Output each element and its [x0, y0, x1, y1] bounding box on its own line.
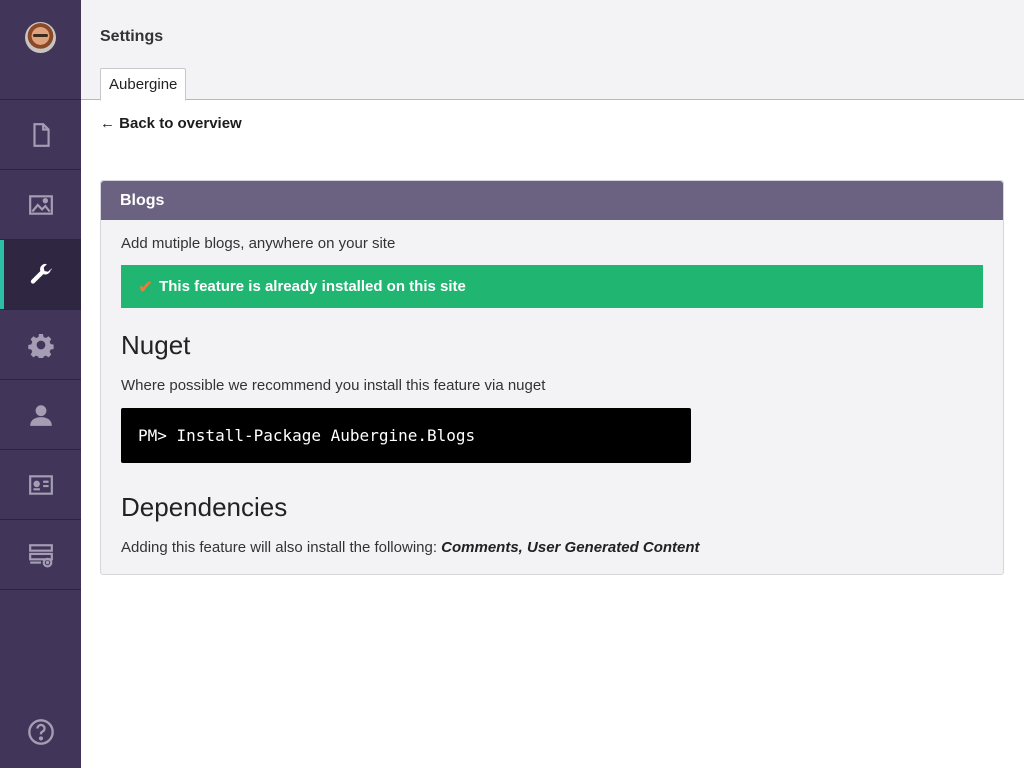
avatar-container: [0, 0, 81, 100]
installed-text: This feature is already installed on thi…: [159, 278, 466, 295]
sidebar-item-forms[interactable]: [0, 520, 81, 590]
tab-aubergine[interactable]: Aubergine: [100, 68, 187, 101]
installed-banner: ✔ This feature is already installed on t…: [121, 265, 983, 308]
sidebar-item-settings-tools[interactable]: [0, 240, 81, 310]
sidebar: [0, 0, 81, 768]
feature-panel: Blogs Add mutiple blogs, anywhere on you…: [100, 180, 1004, 575]
page-header: Settings Aubergine: [81, 0, 1024, 101]
dependencies-prefix: Adding this feature will also install th…: [121, 539, 442, 556]
gear-icon: [27, 333, 54, 358]
dependencies-description: Adding this feature will also install th…: [121, 539, 700, 556]
nuget-heading: Nuget: [121, 330, 191, 360]
sidebar-item-content[interactable]: [0, 100, 81, 170]
sidebar-item-developer[interactable]: [0, 310, 81, 380]
page-title: Settings: [100, 28, 164, 45]
wrench-icon: [30, 263, 52, 284]
feature-description: Add mutiple blogs, anywhere on your site: [121, 235, 396, 252]
dependencies-heading: Dependencies: [121, 492, 288, 522]
help-button[interactable]: [0, 718, 81, 746]
id-card-icon: [28, 474, 53, 495]
check-icon: ✔: [138, 276, 154, 297]
sidebar-item-users[interactable]: [0, 380, 81, 450]
user-icon: [29, 404, 52, 426]
nuget-description: Where possible we recommend you install …: [121, 377, 546, 394]
sidebar-item-members[interactable]: [0, 450, 81, 520]
dependencies-list: Comments, User Generated Content: [441, 539, 700, 556]
nuget-command[interactable]: PM> Install-Package Aubergine.Blogs: [121, 408, 691, 463]
form-add-icon: [28, 543, 53, 567]
sidebar-item-media[interactable]: [0, 170, 81, 240]
avatar[interactable]: [25, 22, 56, 53]
help-icon: [27, 719, 54, 745]
back-to-overview-link[interactable]: ← Back to overview: [100, 115, 242, 132]
document-icon: [32, 122, 50, 147]
image-icon: [28, 194, 53, 215]
panel-title: Blogs: [101, 181, 1003, 220]
main-content: ← Back to overview Blogs Add mutiple blo…: [81, 101, 1024, 768]
